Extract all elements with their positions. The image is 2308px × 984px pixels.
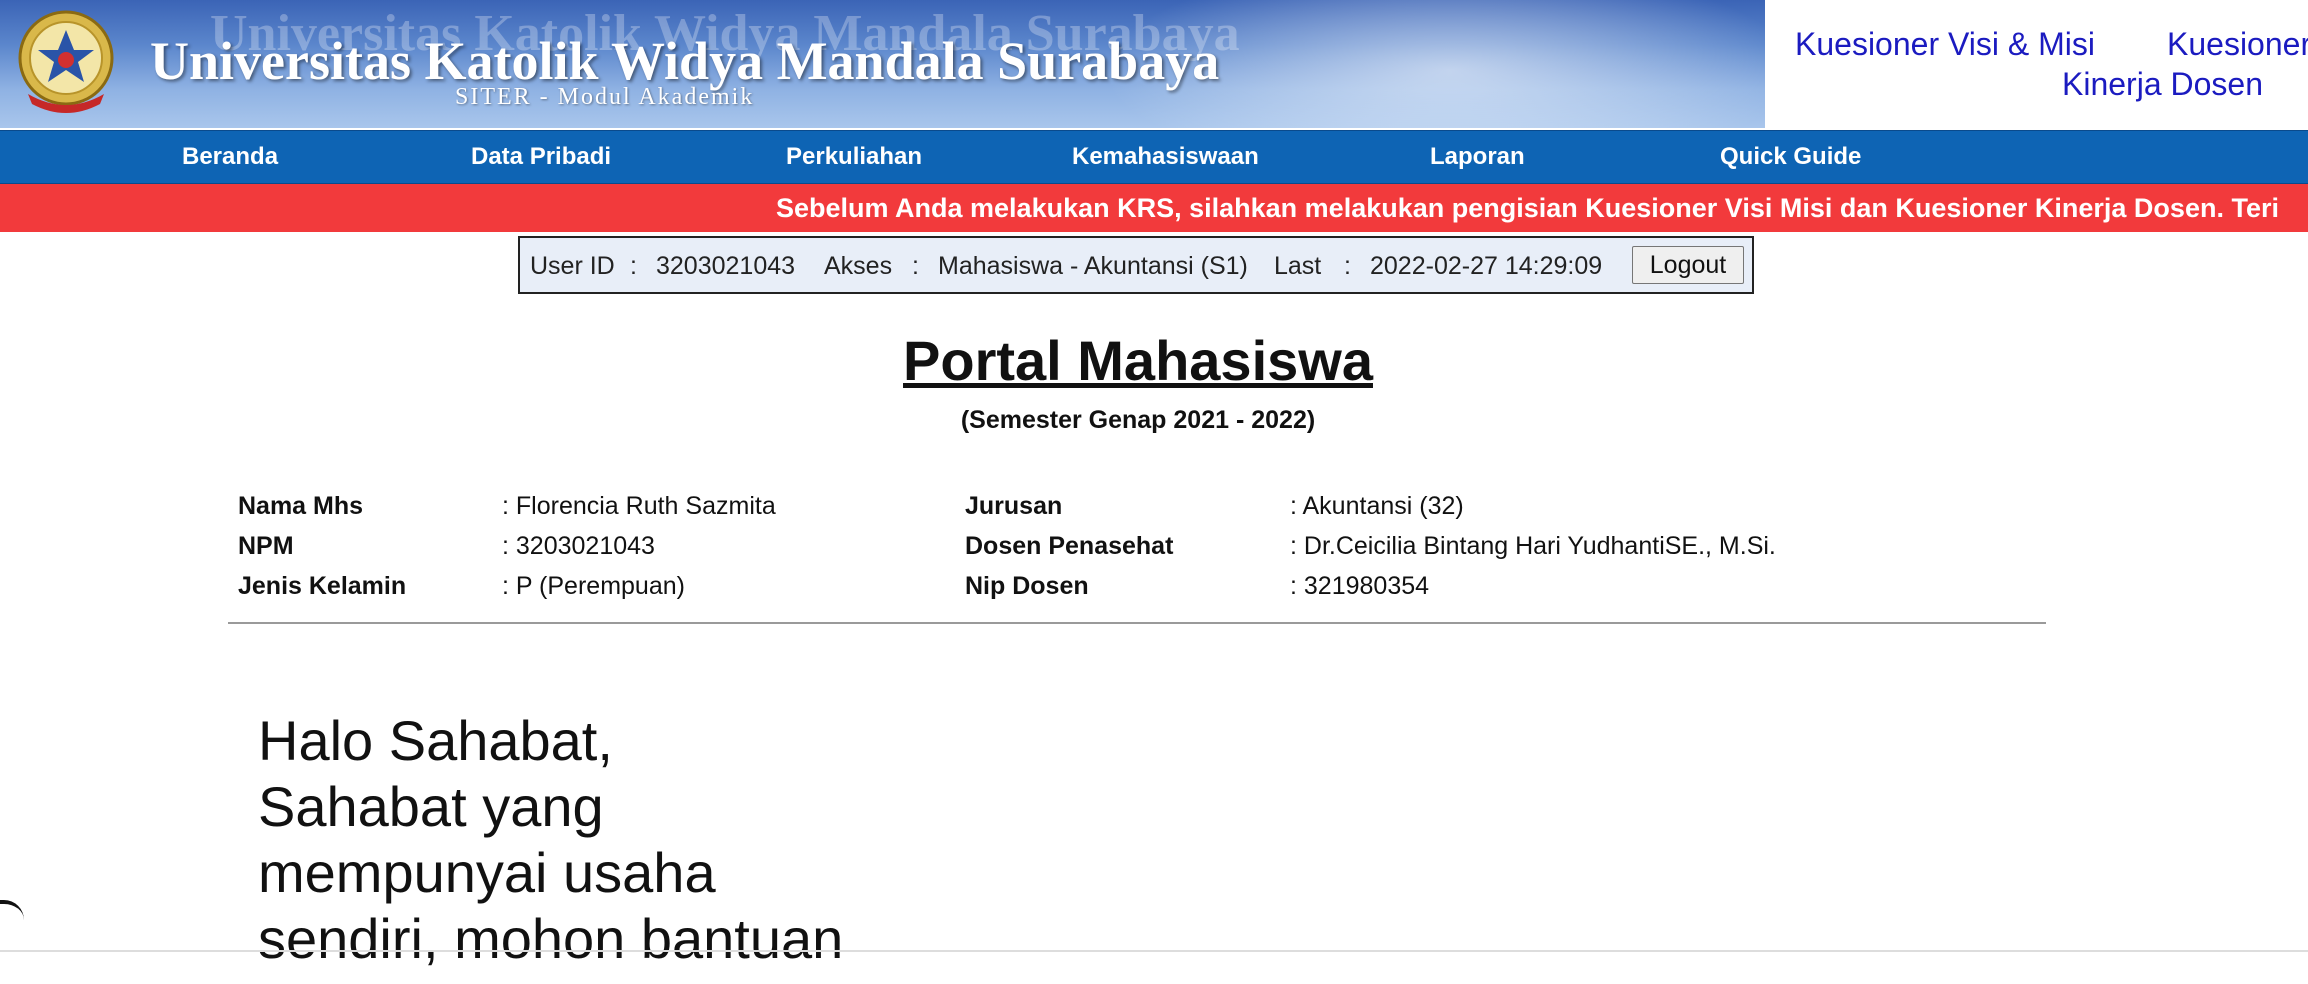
content-line: mempunyai usaha xyxy=(258,841,716,904)
page-title: Portal Mahasiswa xyxy=(903,329,1373,392)
info-value-dosen-penasehat: : Dr.Ceicilia Bintang Hari YudhantiSE., … xyxy=(1290,532,1776,560)
userid-sep: : xyxy=(630,252,637,280)
info-value-nip-dosen: : 321980354 xyxy=(1290,572,1430,600)
main-nav: Beranda Data Pribadi Perkuliahan Kemahas… xyxy=(0,130,2308,184)
header-links: Kuesioner Visi & Misi Kuesioner Kinerja … xyxy=(1765,0,2308,128)
content-line: Sahabat yang xyxy=(258,775,604,838)
akses-value: Mahasiswa - Akuntansi (S1) xyxy=(938,252,1248,280)
last-sep: : xyxy=(1344,252,1351,280)
info-label-nama: Nama Mhs xyxy=(238,492,364,520)
link-kuesioner-visi-misi[interactable]: Kuesioner Visi & Misi xyxy=(1795,26,2095,63)
info-label-jenis-kelamin: Jenis Kelamin xyxy=(238,572,407,600)
section-divider xyxy=(228,622,2046,624)
link-kuesioner[interactable]: Kuesioner xyxy=(2167,26,2308,63)
info-label-nip-dosen: Nip Dosen xyxy=(965,572,1089,600)
nav-item-beranda[interactable]: Beranda xyxy=(182,143,278,171)
semester-label: (Semester Genap 2021 - 2022) xyxy=(960,406,1316,434)
nav-item-quick-guide[interactable]: Quick Guide xyxy=(1720,143,1861,171)
nav-item-data-pribadi[interactable]: Data Pribadi xyxy=(471,143,611,171)
link-kinerja-dosen[interactable]: Kinerja Dosen xyxy=(2062,66,2263,103)
nav-item-perkuliahan[interactable]: Perkuliahan xyxy=(786,143,922,171)
userid-value: 3203021043 xyxy=(656,252,796,280)
university-title: Universitas Katolik Widya Mandala Suraba… xyxy=(150,31,1220,91)
header-banner: Universitas Katolik Widya Mandala Suraba… xyxy=(0,0,1765,128)
akses-sep: : xyxy=(912,252,919,280)
announcement-content: Halo Sahabat, Sahabat yang mempunyai usa… xyxy=(258,708,843,972)
announcement-text: Sebelum Anda melakukan KRS, silahkan mel… xyxy=(776,193,2279,223)
last-login-value: 2022-02-27 14:29:09 xyxy=(1370,252,1603,280)
window-corner xyxy=(0,900,24,984)
info-label-dosen-penasehat: Dosen Penasehat xyxy=(965,532,1174,560)
info-label-npm: NPM xyxy=(238,532,294,560)
content-line: Halo Sahabat, xyxy=(258,709,613,772)
info-label-jurusan: Jurusan xyxy=(965,492,1063,520)
nav-item-kemahasiswaan[interactable]: Kemahasiswaan xyxy=(1072,143,1259,171)
university-logo-icon xyxy=(18,10,114,113)
info-value-jurusan: : Akuntansi (32) xyxy=(1290,492,1464,520)
info-value-npm: : 3203021043 xyxy=(502,532,655,560)
module-subtitle: SITER - Modul Akademik xyxy=(455,84,755,110)
user-session-bar: User ID : 3203021043 Akses : Mahasiswa -… xyxy=(518,236,1754,294)
info-value-nama: : Florencia Ruth Sazmita xyxy=(502,492,776,520)
userid-label: User ID xyxy=(530,252,615,280)
last-label: Last xyxy=(1274,252,1322,280)
nav-item-laporan[interactable]: Laporan xyxy=(1430,143,1525,171)
logout-button[interactable]: Logout xyxy=(1632,246,1744,284)
content-line: sendiri, mohon bantuan xyxy=(258,907,844,970)
akses-label: Akses xyxy=(824,252,893,280)
info-value-jenis-kelamin: : P (Perempuan) xyxy=(502,572,685,600)
announcement-marquee: Sebelum Anda melakukan KRS, silahkan mel… xyxy=(0,184,2308,232)
